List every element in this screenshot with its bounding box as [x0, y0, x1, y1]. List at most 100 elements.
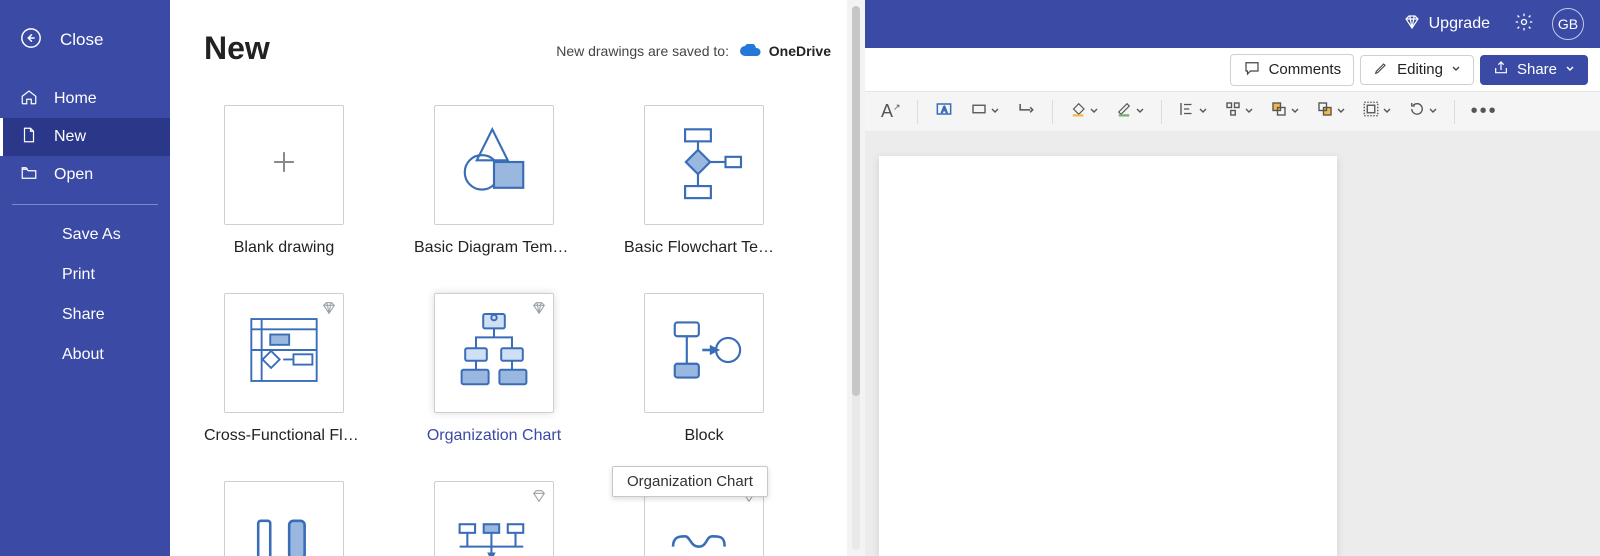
rotate-button[interactable] [1402, 96, 1444, 127]
pencil-icon [1373, 60, 1389, 80]
save-location-text: New drawings are saved to: [556, 43, 729, 59]
ellipsis-icon: ••• [1471, 100, 1498, 123]
avatar-initials: GB [1558, 16, 1578, 32]
template-label: Blank drawing [234, 239, 335, 257]
sidebar-item-new[interactable]: New [0, 118, 170, 156]
fill-color-button[interactable] [1063, 96, 1105, 127]
drawing-page[interactable] [879, 156, 1337, 556]
premium-icon [531, 488, 547, 504]
template-block[interactable]: Block [624, 289, 784, 449]
font-size-icon: A↗ [881, 101, 901, 122]
align-button[interactable] [1172, 96, 1214, 127]
backstage-sidebar: Close Home New Open Save As Print Share … [0, 0, 170, 556]
sidebar-item-saveas[interactable]: Save As [0, 215, 170, 255]
chevron-down-icon [1198, 103, 1208, 121]
line-color-button[interactable] [1109, 96, 1151, 127]
template-tooltip: Organization Chart [612, 466, 768, 497]
chevron-down-icon [1290, 103, 1300, 121]
sidebar-item-home[interactable]: Home [0, 80, 170, 118]
send-back-icon [1316, 100, 1334, 123]
send-back-button[interactable] [1310, 96, 1352, 127]
connector-icon [1016, 99, 1036, 124]
new-panel-scrollbar[interactable] [847, 0, 865, 556]
editing-mode-button[interactable]: Editing [1360, 55, 1474, 85]
template-label: Basic Flowchart Tem… [624, 239, 784, 257]
sidebar-item-label: Print [62, 266, 95, 284]
new-panel: New New drawings are saved to: OneDrive … [170, 0, 865, 556]
canvas-area[interactable] [865, 132, 1600, 556]
gear-icon [1514, 19, 1534, 36]
template-label: Basic Diagram Temp… [414, 239, 574, 257]
font-size-button[interactable]: A↗ [875, 97, 907, 126]
chevron-down-icon [1428, 103, 1438, 121]
share-label: Share [1517, 61, 1557, 78]
orgchart-icon [449, 305, 539, 400]
share-icon [1493, 60, 1509, 80]
sidebar-item-print[interactable]: Print [0, 255, 170, 295]
chevron-down-icon [990, 103, 1000, 121]
basic-diagram-icon [451, 119, 537, 210]
position-icon [1224, 100, 1242, 123]
collab-toolbar: Comments Editing Share [865, 48, 1600, 92]
chevron-down-icon [1244, 103, 1254, 121]
back-arrow-icon [20, 27, 42, 54]
template-basic-flowchart[interactable]: Basic Flowchart Tem… [624, 101, 784, 261]
textbox-icon: A [934, 99, 954, 124]
sidebar-item-label: Share [62, 306, 105, 324]
template-partial-1[interactable] [204, 477, 364, 556]
connector-button[interactable] [1010, 95, 1042, 128]
svg-text:A: A [941, 104, 947, 114]
chevron-down-icon [1089, 103, 1099, 121]
template-organization-chart[interactable]: Organization Chart [414, 289, 574, 449]
template-partial-2[interactable] [414, 477, 574, 556]
sidebar-separator [12, 204, 158, 205]
share-button[interactable]: Share [1480, 55, 1588, 85]
comments-button[interactable]: Comments [1230, 54, 1355, 86]
folder-open-icon [20, 164, 38, 187]
sidebar-item-about[interactable]: About [0, 335, 170, 375]
crime-map-icon [451, 508, 537, 556]
save-location-target[interactable]: OneDrive [769, 43, 831, 59]
close-button[interactable]: Close [0, 0, 170, 80]
onedrive-cloud-icon [739, 44, 761, 61]
block-icon [661, 307, 747, 398]
template-basic-diagram[interactable]: Basic Diagram Temp… [414, 101, 574, 261]
chevron-down-icon [1336, 103, 1346, 121]
upgrade-label: Upgrade [1429, 15, 1490, 33]
swimlane-icon [241, 307, 327, 398]
sidebar-item-open[interactable]: Open [0, 156, 170, 194]
bring-front-button[interactable] [1264, 96, 1306, 127]
line-color-icon [1115, 100, 1133, 123]
basic-flowchart-icon [661, 119, 747, 210]
sidebar-item-label: About [62, 346, 104, 364]
premium-icon [321, 300, 337, 316]
chevron-down-icon [1135, 103, 1145, 121]
position-button[interactable] [1218, 96, 1260, 127]
sidebar-item-share[interactable]: Share [0, 295, 170, 335]
account-avatar[interactable]: GB [1552, 8, 1584, 40]
bucket-icon [1069, 100, 1087, 123]
chevron-down-icon [1382, 103, 1392, 121]
dwg-icon [661, 508, 747, 556]
plus-icon [267, 145, 301, 184]
close-label: Close [60, 30, 103, 50]
ribbon: A↗ A [865, 92, 1600, 132]
text-box-button[interactable]: A [928, 95, 960, 128]
sidebar-item-label: Open [54, 166, 93, 184]
upgrade-button[interactable]: Upgrade [1397, 9, 1496, 40]
settings-button[interactable] [1510, 8, 1538, 41]
template-blank-drawing[interactable]: Blank drawing [204, 101, 364, 261]
template-label: Organization Chart [427, 427, 561, 445]
home-icon [20, 88, 38, 111]
editing-label: Editing [1397, 61, 1443, 78]
bars-icon [241, 508, 327, 556]
ribbon-overflow-button[interactable]: ••• [1465, 96, 1504, 127]
shape-insert-button[interactable] [964, 96, 1006, 127]
group-button[interactable] [1356, 96, 1398, 127]
align-icon [1178, 100, 1196, 123]
diamond-icon [1403, 13, 1421, 36]
template-cross-functional[interactable]: Cross-Functional Flo… [204, 289, 364, 449]
template-label: Block [684, 427, 723, 445]
comment-icon [1243, 59, 1261, 81]
bring-front-icon [1270, 100, 1288, 123]
